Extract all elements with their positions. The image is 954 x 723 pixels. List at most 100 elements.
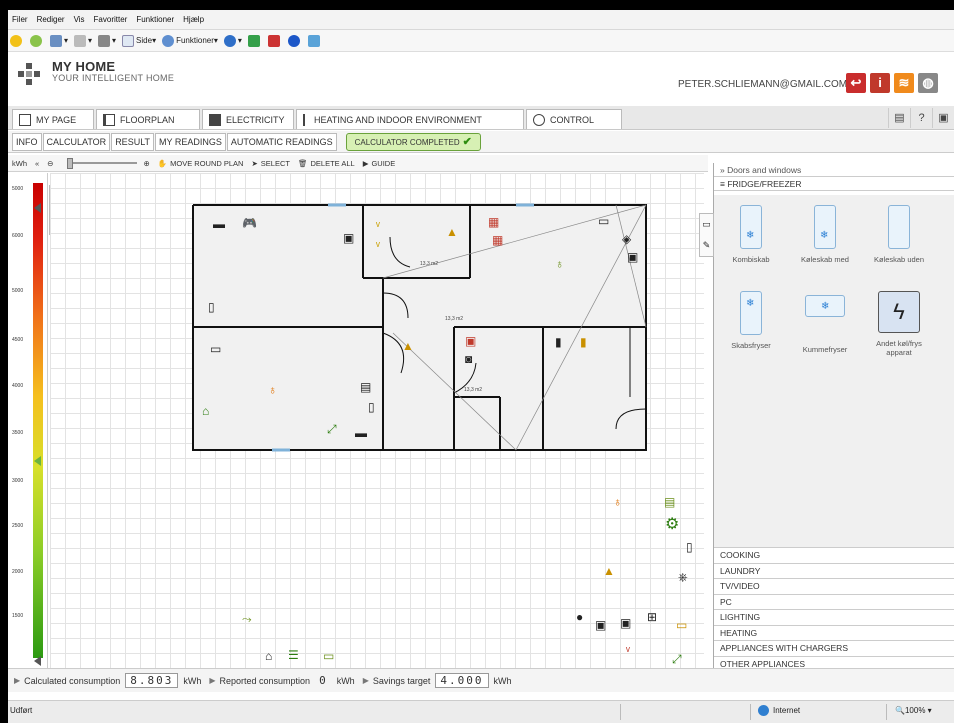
feeds-button[interactable]: ▾ (74, 34, 92, 47)
window-icon[interactable]: ▭ (700, 214, 713, 235)
category-heating[interactable]: HEATING (714, 624, 954, 641)
menu-file[interactable]: Filer (12, 15, 28, 24)
collapse-scale-icon[interactable]: « (35, 159, 39, 168)
subtab-automatic-readings[interactable]: AUTOMATIC READINGS (226, 132, 337, 151)
kitchen-appliance-icon[interactable]: ▦ (488, 216, 499, 228)
drill-icon[interactable]: ⤳ (242, 613, 252, 625)
fridge-icon[interactable]: ▮ (555, 336, 562, 348)
subtab-result[interactable]: RESULT (111, 132, 155, 151)
monitor-icon[interactable]: ▣ (627, 251, 638, 263)
save-icon[interactable]: ▤ (888, 108, 910, 128)
select-button[interactable]: ➤ SELECT (251, 159, 289, 168)
info-button[interactable]: i (870, 73, 890, 93)
messenger-button[interactable] (247, 34, 262, 47)
phone-charger-icon[interactable]: ▯ (208, 301, 215, 313)
zoom-level[interactable]: 🔍100% ▾ (895, 706, 932, 715)
tab-heating[interactable]: HEATING AND INDOOR ENVIRONMENT (296, 109, 524, 129)
monitor-icon[interactable]: ▣ (343, 232, 354, 244)
tv-icon[interactable]: ▬ (355, 427, 367, 439)
zoom-in-icon[interactable]: ⊕ (143, 159, 149, 168)
router-icon[interactable]: ◈ (622, 233, 631, 245)
stove-icon[interactable]: ⊞ (647, 611, 657, 623)
menu-edit[interactable]: Rediger (37, 15, 65, 24)
speaker-icon[interactable]: ▤ (664, 496, 675, 508)
scale-marker-top[interactable] (34, 203, 41, 213)
menu-view[interactable]: Vis (74, 15, 85, 24)
category-tv-video[interactable]: TV/VIDEO (714, 578, 954, 594)
hairdryer-icon[interactable]: ᵥ (376, 216, 380, 228)
hairdryer-icon[interactable]: ᵥ (376, 236, 380, 248)
appliance-koleskab-uden[interactable]: Køleskab uden (864, 205, 934, 264)
user-email[interactable]: PETER.SCHLIEMANN@GMAIL.COM (678, 79, 847, 90)
scale-marker-bottom[interactable] (34, 656, 41, 666)
charger-cluster-icon[interactable]: ⚙ (665, 517, 679, 533)
vacuum-icon[interactable]: ⎈ (678, 571, 688, 583)
category-lighting[interactable]: LIGHTING (714, 609, 954, 625)
help-icon[interactable]: ? (910, 108, 932, 128)
move-plan-button[interactable]: ✋ MOVE ROUND PLAN (158, 159, 244, 168)
webcam-icon[interactable]: ● (576, 611, 583, 623)
subtab-info[interactable]: INFO (12, 132, 42, 151)
dvd-icon[interactable]: ☰ (288, 649, 299, 661)
laptop-icon[interactable]: ▭ (598, 215, 609, 227)
category-chargers[interactable]: APPLIANCES WITH CHARGERS (714, 640, 954, 656)
category-laundry[interactable]: LAUNDRY (714, 562, 954, 579)
category-pc[interactable]: PC (714, 593, 954, 610)
speaker-icon[interactable]: ▤ (360, 381, 371, 393)
tab-electricity[interactable]: ELECTRICITY (202, 109, 294, 129)
washer-icon[interactable]: ◙ (465, 353, 472, 365)
appliance-kummefryser[interactable]: ❄ Kummefryser (790, 291, 860, 354)
phone-icon[interactable]: ▯ (368, 401, 375, 413)
research-button[interactable] (267, 34, 282, 47)
subtab-my-readings[interactable]: MY READINGS (155, 132, 226, 151)
tv-icon[interactable]: ▬ (213, 218, 225, 230)
logout-button[interactable]: ↩ (846, 73, 866, 93)
rss-button[interactable]: ≋ (894, 73, 914, 93)
hairdryer-icon[interactable]: ᵥ (626, 641, 630, 653)
tool-icon[interactable]: ⤢ (672, 653, 682, 665)
tab-my-page[interactable]: MY PAGE (12, 109, 94, 129)
fridge-freezer-category[interactable]: ≡ FRIDGE/FREEZER (714, 177, 954, 191)
doors-windows-category[interactable]: » Doors and windows (714, 163, 954, 177)
laptop-icon[interactable]: ▭ (323, 650, 334, 662)
delete-all-button[interactable]: 🗑 DELETE ALL (298, 159, 355, 168)
print-button[interactable]: ▾ (98, 34, 116, 47)
menu-favorites[interactable]: Favoritter (94, 15, 128, 24)
fridge-icon[interactable]: ▮ (580, 336, 587, 348)
guide-button[interactable]: ▶ GUIDE (363, 159, 396, 168)
lightbulb-icon[interactable]: ♁ (555, 258, 564, 270)
tab-control[interactable]: CONTROL (526, 109, 622, 129)
add-favorite-button[interactable] (30, 34, 44, 47)
zoom-slider[interactable] (67, 158, 138, 169)
scale-marker-target[interactable] (34, 456, 41, 466)
appliance-koleskab-med[interactable]: ❄ Køleskab med (790, 205, 860, 264)
zoom-out-icon[interactable]: ⊖ (47, 159, 53, 168)
lamp-icon[interactable]: ▲ (446, 226, 458, 238)
floorplan-canvas[interactable]: 13,3 m2 13,3 m2 13,3 m2 ▬ 🎮 ▣ ᵥ ᵥ ▲ ▦ ▦ … (50, 173, 704, 668)
radio-icon[interactable]: ▣ (595, 619, 606, 631)
subtab-calculator[interactable]: CALCULATOR (42, 132, 111, 151)
printer-icon[interactable]: ⌂ (202, 405, 209, 417)
appliance-andet[interactable]: ϟ Andet køl/frys apparat (864, 291, 934, 357)
home-button[interactable]: ▾ (50, 34, 68, 47)
kitchen-appliance-icon[interactable]: ▦ (492, 234, 503, 246)
oven-icon[interactable]: ▣ (465, 335, 476, 347)
printer-icon[interactable]: ⌂ (265, 650, 272, 662)
savings-target-value[interactable]: 4.000 (435, 673, 489, 688)
menu-help[interactable]: Hjælp (183, 15, 204, 24)
appliance-skabsfryser[interactable]: ❄ Skabsfryser (716, 291, 786, 350)
appliance-kombiskab[interactable]: ❄ Kombiskab (716, 205, 786, 264)
help-button[interactable]: ▾ (223, 34, 242, 47)
tab-floorplan[interactable]: FLOORPLAN (96, 109, 200, 129)
gamepad-icon[interactable]: 🎮 (242, 217, 257, 229)
tool-icon[interactable]: ⤢ (327, 423, 337, 435)
lamp-icon[interactable]: ▲ (603, 565, 615, 577)
page-menu-button[interactable]: Side ▾ (122, 34, 156, 47)
favorites-star-button[interactable] (10, 34, 24, 47)
toaster-icon[interactable]: ▭ (676, 619, 687, 631)
microwave-icon[interactable]: ▣ (620, 617, 631, 629)
camera-icon[interactable]: ▣ (932, 108, 954, 128)
menu-tools[interactable]: Funktioner (136, 15, 174, 24)
lightbulb-icon[interactable]: ♁ (613, 496, 622, 508)
phone-icon[interactable]: ▯ (686, 541, 693, 553)
